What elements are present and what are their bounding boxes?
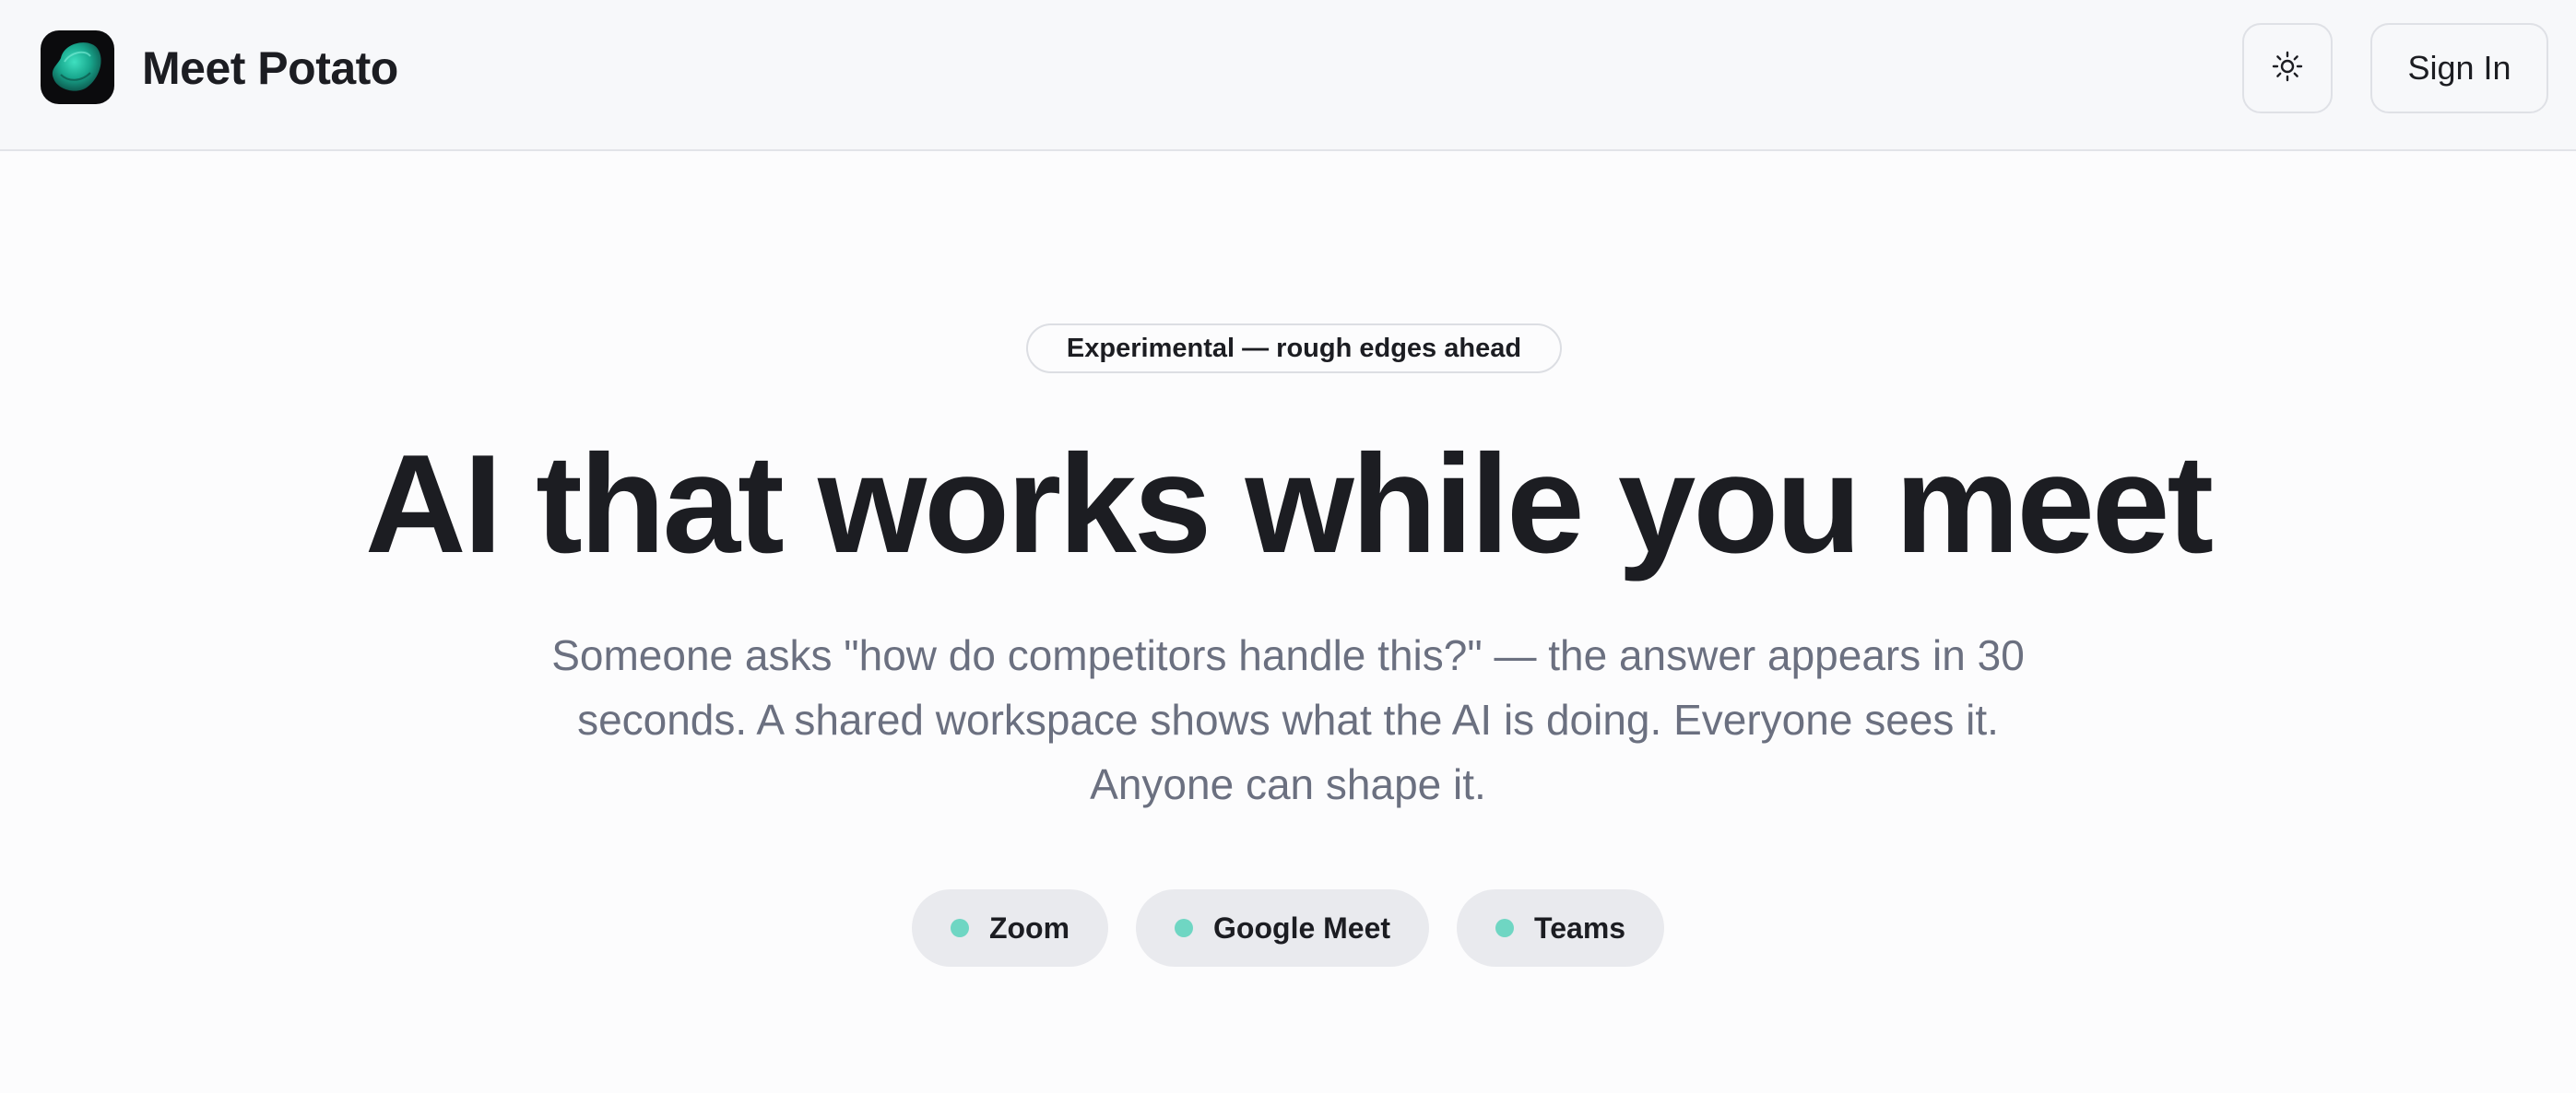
potato-logo-icon[interactable] <box>41 30 114 104</box>
top-nav: Meet Potato Sign In <box>0 0 2576 151</box>
theme-toggle-button[interactable] <box>2242 23 2333 113</box>
brand-name[interactable]: Meet Potato <box>142 39 398 98</box>
platform-pill-teams: Teams <box>1457 889 1665 967</box>
platform-label: Google Meet <box>1213 911 1391 945</box>
status-dot-icon <box>950 919 969 937</box>
sun-icon <box>2271 50 2304 88</box>
platform-pill-google-meet: Google Meet <box>1136 889 1430 967</box>
platform-list: Zoom Google Meet Teams <box>0 889 2576 967</box>
status-dot-icon <box>1495 919 1515 937</box>
platform-label: Teams <box>1534 911 1626 945</box>
hero-headline: AI that works while you meet <box>364 426 2214 582</box>
hero-subtitle: Someone asks "how do competitors handle … <box>551 631 2025 808</box>
platform-pill-zoom: Zoom <box>911 889 1109 967</box>
platform-label: Zoom <box>988 911 1070 945</box>
sign-in-button[interactable]: Sign In <box>2370 23 2548 113</box>
status-dot-icon <box>1175 919 1194 937</box>
experimental-badge: Experimental — rough edges ahead <box>1026 323 1562 373</box>
